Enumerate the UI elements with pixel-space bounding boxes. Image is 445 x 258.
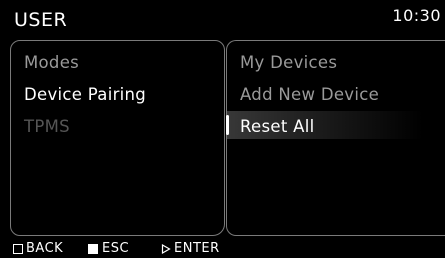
left-menu-panel: Modes Device Pairing TPMS [10,40,225,236]
user-settings-screen: USER 10:30 Modes Device Pairing TPMS My … [0,0,445,258]
submenu-item-add-new-device[interactable]: Add New Device [240,85,379,104]
right-menu-panel: My Devices Add New Device Reset All [226,40,445,236]
outline-triangle-right-icon [161,243,171,254]
clock: 10:30 [392,6,441,25]
esc-label: ESC [102,241,130,256]
back-label: BACK [26,241,64,256]
enter-button[interactable]: ENTER [161,241,220,256]
menu-item-tpms[interactable]: TPMS [24,117,70,136]
esc-button[interactable]: ESC [88,241,129,256]
screen-title: USER [14,9,68,31]
submenu-item-reset-all[interactable]: Reset All [240,117,315,136]
submenu-item-my-devices[interactable]: My Devices [240,53,337,72]
menu-item-modes[interactable]: Modes [24,53,79,72]
back-button[interactable]: BACK [13,241,63,256]
menu-item-device-pairing[interactable]: Device Pairing [24,85,146,104]
filled-square-icon [88,243,98,254]
outline-square-icon [13,243,23,254]
enter-label: ENTER [174,241,220,256]
selection-marker [226,115,229,135]
button-hint-bar: BACK ESC ENTER [0,239,445,258]
